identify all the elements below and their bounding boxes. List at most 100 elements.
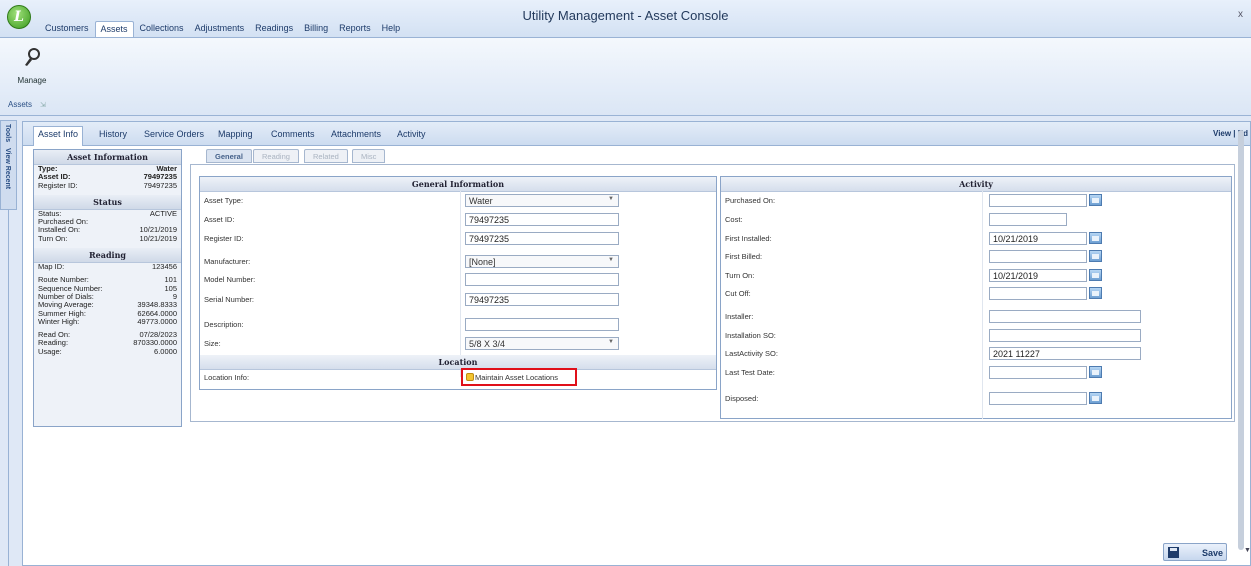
installer-label: Installer: [725,312,754,321]
chevron-down-icon[interactable]: ▼ [1244,547,1251,554]
vertical-scrollbar[interactable] [1238,130,1244,550]
purchased-on-label: Purchased On: [725,196,776,205]
save-button[interactable]: Save [1163,543,1227,561]
save-label: Save [1202,548,1224,558]
cut-off-label: Cut Off: [725,289,751,298]
general-info-header: General Information [200,177,716,192]
calendar-icon[interactable] [1089,366,1102,378]
manage-label: Manage [17,76,47,85]
side-tab-tools[interactable]: Tools [1,121,14,145]
last-activity-so-input[interactable]: 2021 11227 [989,347,1141,360]
asset-id-input[interactable]: 79497235 [465,213,619,226]
floppy-disk-icon [1168,547,1179,558]
asset-summary-panel: Asset Information Type: Water Asset ID: 79… [33,149,182,427]
row-last-activity-so: LastActivity SO: 2021 11227 [721,344,1231,363]
tab-service-orders[interactable]: Service Orders [140,127,208,141]
tab-comments[interactable]: Comments [267,127,319,141]
serial-number-input[interactable]: 79497235 [465,293,619,306]
first-installed-input[interactable]: 10/21/2019 [989,232,1087,245]
subtab-general[interactable]: General [206,149,252,163]
summary-register-id-value: 79497235 [143,180,177,190]
menu-customers[interactable]: Customers [40,21,94,37]
turn-on-input[interactable]: 10/21/2019 [989,269,1087,282]
summary-usage-value: 6.0000 [154,346,177,356]
installation-so-input[interactable] [989,329,1141,342]
side-tab-view-recent[interactable]: View Recent [1,145,14,192]
calendar-icon[interactable] [1089,392,1102,404]
disposed-input[interactable] [989,392,1087,405]
register-id-label: Register ID: [204,234,244,243]
cost-input[interactable] [989,213,1067,226]
edit-pen-icon [25,48,40,66]
menu-assets[interactable]: Assets [94,21,134,37]
summary-reading-header: Reading [34,248,181,264]
summary-turn-on-label: Turn On: [38,233,68,243]
asset-type-select[interactable]: Water ▼ [465,194,619,207]
group-launcher-icon[interactable]: ⇲ [40,101,46,109]
row-serial-number: Serial Number: 79497235 [200,290,716,309]
menu-collections[interactable]: Collections [135,21,189,37]
calendar-icon[interactable] [1089,250,1102,262]
model-number-label: Model Number: [204,275,256,284]
calendar-icon[interactable] [1089,232,1102,244]
size-select[interactable]: 5/8 X 3/4 ▼ [465,337,619,350]
calendar-icon[interactable] [1089,287,1102,299]
serial-number-label: Serial Number: [204,295,255,304]
calendar-icon[interactable] [1089,269,1102,281]
menu-adjustments[interactable]: Adjustments [190,21,250,37]
summary-asset-header: Asset Information [34,150,181,165]
tab-activity[interactable]: Activity [393,127,430,141]
last-test-date-label: Last Test Date: [725,368,775,377]
first-installed-label: First Installed: [725,234,772,243]
row-installation-so: Installation SO: [721,326,1231,345]
calendar-icon[interactable] [1089,194,1102,206]
size-value: 5/8 X 3/4 [469,339,506,349]
cut-off-input[interactable] [989,287,1087,300]
subtab-related[interactable]: Related [304,149,348,163]
row-purchased-on: Purchased On: [721,191,1231,210]
first-billed-input[interactable] [989,250,1087,263]
subtab-misc[interactable]: Misc [352,149,386,163]
summary-register-id-label: Register ID: [38,180,78,190]
tab-attachments[interactable]: Attachments [327,127,385,141]
summary-turn-on-value: 10/21/2019 [139,233,177,243]
description-label: Description: [204,320,244,329]
manufacturer-select[interactable]: [None] ▼ [465,255,619,268]
model-number-input[interactable] [465,273,619,286]
cost-label: Cost: [725,215,743,224]
maintain-asset-locations-button[interactable]: Maintain Asset Locations [461,368,577,386]
size-label: Size: [204,339,221,348]
location-info-label: Location Info: [204,373,250,382]
menu-billing[interactable]: Billing [299,21,333,37]
tab-history[interactable]: History [95,127,131,141]
installer-input[interactable] [989,310,1141,323]
register-id-input[interactable]: 79497235 [465,232,619,245]
folder-icon [466,373,474,381]
summary-map-id-value: 123456 [151,262,177,272]
row-location-info: Location Info: Maintain Asset Locations [200,368,716,388]
workspace: Asset Info History Service Orders Mappin… [22,121,1251,566]
row-cut-off: Cut Off: [721,284,1231,303]
summary-map-id-label: Map ID: [38,262,65,272]
menu-bar: Customers Assets Collections Adjustments… [40,21,405,37]
close-button[interactable]: x [1238,9,1243,20]
chevron-down-icon: ▼ [608,196,614,202]
manage-button[interactable]: Manage [12,46,52,85]
tab-mapping[interactable]: Mapping [214,127,257,141]
purchased-on-input[interactable] [989,194,1087,207]
menu-readings[interactable]: Readings [250,21,298,37]
menu-reports[interactable]: Reports [334,21,376,37]
chevron-down-icon: ▼ [608,339,614,345]
row-description: Description: [200,315,716,334]
row-asset-id: Asset ID: 79497235 [200,210,716,229]
summary-winter-row: Winter High: 49773.0000 [34,317,181,326]
general-information-group: General Information Asset Type: Water ▼ A… [199,176,717,390]
turn-on-label: Turn On: [725,271,755,280]
row-first-installed: First Installed: 10/21/2019 [721,229,1231,248]
subtab-reading[interactable]: Reading [253,149,299,163]
menu-help[interactable]: Help [377,21,406,37]
asset-tabs: Asset Info History Service Orders Mappin… [23,122,1250,146]
description-input[interactable] [465,318,619,331]
tab-asset-info[interactable]: Asset Info [33,126,84,146]
last-test-date-input[interactable] [989,366,1087,379]
